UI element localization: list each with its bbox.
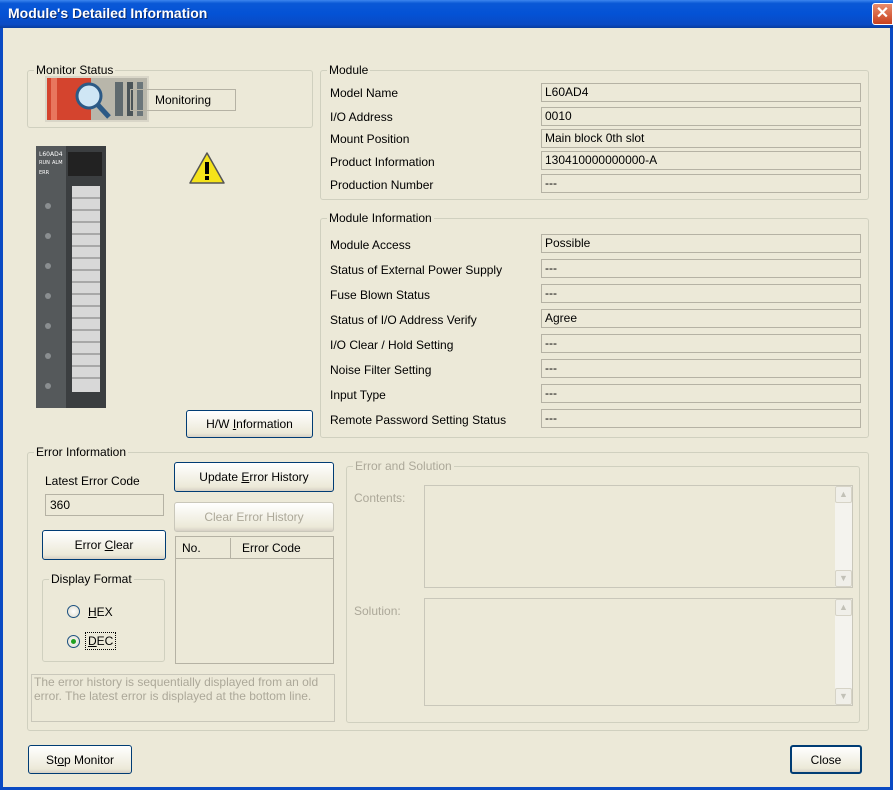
module-info-row-label: Status of I/O Address Verify bbox=[330, 313, 477, 327]
hex-radio[interactable] bbox=[67, 605, 80, 618]
module-info-row-label: Fuse Blown Status bbox=[330, 288, 431, 302]
module-row-label: Product Information bbox=[330, 155, 435, 169]
error-solution-legend: Error and Solution bbox=[353, 459, 454, 473]
title-bar: Module's Detailed Information ✕ bbox=[0, 0, 893, 28]
module-row-value: 0010 bbox=[541, 107, 861, 126]
solution-textarea[interactable]: ▲ ▼ bbox=[424, 598, 853, 706]
scroll-up-icon[interactable]: ▲ bbox=[835, 599, 852, 616]
hex-radio-label[interactable]: HEX bbox=[88, 604, 113, 620]
module-image-run: RUN bbox=[39, 160, 50, 166]
scroll-down-icon[interactable]: ▼ bbox=[835, 688, 852, 705]
module-row-value: --- bbox=[541, 174, 861, 193]
column-divider bbox=[230, 538, 231, 558]
module-info-row-label: Noise Filter Setting bbox=[330, 363, 432, 377]
latest-error-code-field[interactable]: 360 bbox=[45, 494, 164, 516]
error-history-list[interactable]: No. Error Code bbox=[175, 536, 334, 664]
column-header-no[interactable]: No. bbox=[182, 541, 201, 555]
plc-module-icon: L60AD4 RUN ALM ERR bbox=[36, 146, 106, 408]
latest-error-code-label: Latest Error Code bbox=[45, 474, 140, 488]
module-info-row-value: Possible bbox=[541, 234, 861, 253]
module-info-row-value: --- bbox=[541, 359, 861, 378]
module-image-model: L60AD4 bbox=[39, 151, 63, 158]
column-header-error-code[interactable]: Error Code bbox=[242, 541, 301, 555]
error-information-legend: Error Information bbox=[34, 445, 129, 459]
module-row-label: Mount Position bbox=[330, 132, 410, 146]
window-close-icon[interactable]: ✕ bbox=[872, 3, 893, 25]
scroll-down-icon[interactable]: ▼ bbox=[835, 570, 852, 587]
dec-radio-label[interactable]: DEC bbox=[84, 632, 117, 650]
module-info-row-label: I/O Clear / Hold Setting bbox=[330, 338, 454, 352]
error-clear-button[interactable]: Error Clear bbox=[42, 530, 166, 560]
module-info-row-label: Module Access bbox=[330, 238, 411, 252]
module-info-row-value: --- bbox=[541, 384, 861, 403]
module-info-row-label: Status of External Power Supply bbox=[330, 263, 503, 277]
display-format-legend: Display Format bbox=[49, 572, 134, 586]
module-legend: Module bbox=[327, 63, 371, 77]
module-info-row-value: --- bbox=[541, 334, 861, 353]
window-frame-left bbox=[0, 28, 3, 790]
module-info-row-value: --- bbox=[541, 409, 861, 428]
display-format-group: Display Format bbox=[42, 572, 165, 662]
module-row-value: L60AD4 bbox=[541, 83, 861, 102]
clear-error-history-button[interactable]: Clear Error History bbox=[174, 502, 334, 532]
scroll-up-icon[interactable]: ▲ bbox=[835, 486, 852, 503]
module-image-err: ERR bbox=[39, 170, 50, 176]
monitor-status-legend: Monitor Status bbox=[34, 63, 116, 77]
module-info-row-value: --- bbox=[541, 259, 861, 278]
module-row-label: Production Number bbox=[330, 178, 434, 192]
contents-label: Contents: bbox=[354, 491, 406, 505]
stop-monitor-button[interactable]: Stop Monitor bbox=[28, 745, 132, 774]
module-row-label: Model Name bbox=[330, 86, 399, 100]
dec-radio[interactable] bbox=[67, 635, 80, 648]
contents-scrollbar[interactable]: ▲ ▼ bbox=[835, 486, 852, 587]
close-button[interactable]: Close bbox=[790, 745, 862, 774]
error-history-hint: The error history is sequentially displa… bbox=[31, 674, 335, 722]
solution-label: Solution: bbox=[354, 604, 401, 618]
update-error-history-button[interactable]: Update Error History bbox=[174, 462, 334, 492]
module-info-row-label: Remote Password Setting Status bbox=[330, 413, 507, 427]
window-title: Module's Detailed Information bbox=[8, 5, 208, 21]
module-info-row-value: --- bbox=[541, 284, 861, 303]
module-info-row-label: Input Type bbox=[330, 388, 386, 402]
module-information-legend: Module Information bbox=[327, 211, 434, 225]
warning-icon bbox=[188, 151, 226, 185]
contents-textarea[interactable]: ▲ ▼ bbox=[424, 485, 853, 588]
module-info-row-value: Agree bbox=[541, 309, 861, 328]
monitoring-status: Monitoring bbox=[130, 89, 236, 111]
module-image-alm: ALM bbox=[52, 160, 63, 166]
module-row-label: I/O Address bbox=[330, 110, 393, 124]
module-row-value: Main block 0th slot bbox=[541, 129, 861, 148]
module-row-value: 130410000000000-A bbox=[541, 151, 861, 170]
solution-scrollbar[interactable]: ▲ ▼ bbox=[835, 599, 852, 705]
error-history-header: No. Error Code bbox=[176, 537, 333, 559]
hw-information-button[interactable]: H/W Information bbox=[186, 410, 313, 438]
